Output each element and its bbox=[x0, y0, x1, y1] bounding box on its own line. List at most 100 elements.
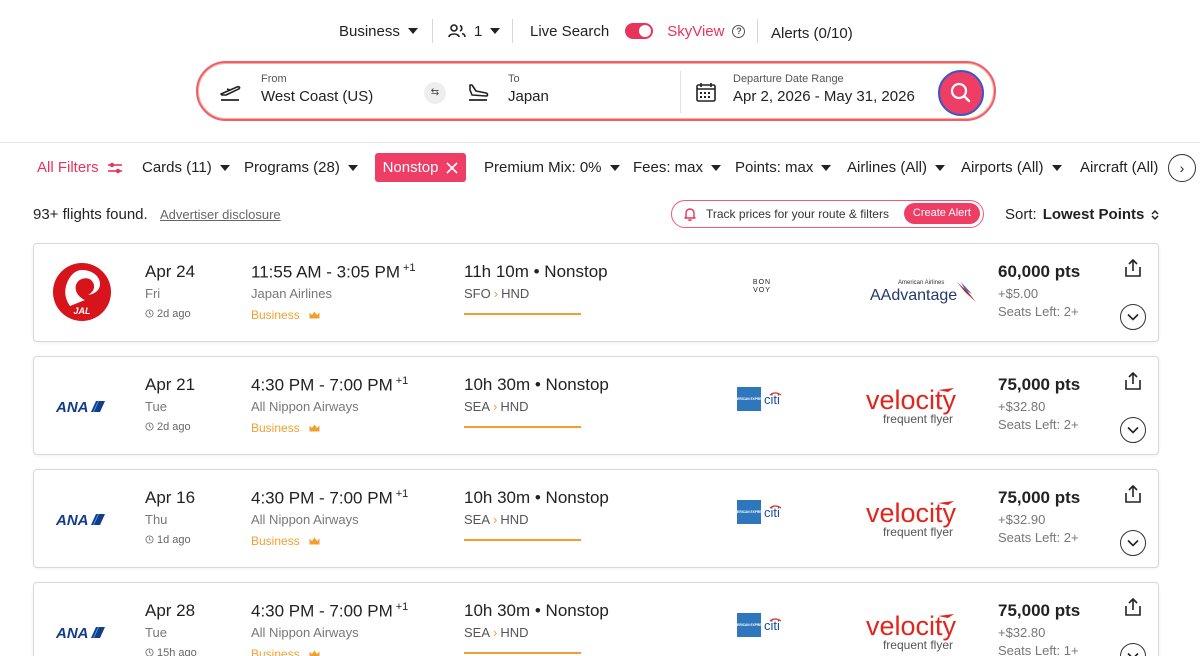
sort-select[interactable]: Sort: Lowest Points bbox=[1005, 206, 1160, 223]
sort-arrows-icon bbox=[1151, 209, 1159, 220]
aircraft-filter[interactable]: Aircraft (All) bbox=[1080, 159, 1158, 176]
bonvoy-logo: BON VOY bbox=[753, 279, 771, 294]
from-label: From bbox=[261, 73, 287, 85]
nonstop-filter-chip[interactable]: Nonstop bbox=[375, 153, 466, 182]
flight-times: 4:30 PM - 7:00 PM +1 bbox=[251, 601, 408, 622]
date-range-field[interactable]: Departure Date Range Apr 2, 2026 - May 3… bbox=[733, 73, 915, 105]
cabin-class-text: Business bbox=[251, 308, 300, 322]
origin-airport: SEA bbox=[464, 512, 491, 527]
flight-card[interactable]: ANA Apr 21 Tue 2d ago 4:30 PM - 7:00 PM +… bbox=[33, 356, 1159, 455]
cabin-select[interactable]: Business bbox=[339, 20, 418, 42]
cards-filter[interactable]: Cards (11) bbox=[142, 159, 230, 176]
search-icon bbox=[950, 82, 971, 103]
updated-ago-text: 15h ago bbox=[157, 647, 197, 656]
loyalty-program-logo: velocity frequent flyer bbox=[864, 498, 982, 543]
amex-citi-logo: AMERICAN EXPRESS citi bbox=[732, 500, 782, 524]
chevron-down-icon bbox=[935, 164, 946, 171]
search-box: From West Coast (US) ⇆ To Japan Departur… bbox=[196, 61, 996, 121]
updated-ago-text: 1d ago bbox=[157, 534, 191, 546]
programs-filter[interactable]: Programs (28) bbox=[244, 159, 358, 176]
flight-card[interactable]: ANA Apr 16 Thu 1d ago 4:30 PM - 7:00 PM +… bbox=[33, 469, 1159, 568]
chevron-right-icon[interactable]: › bbox=[1168, 154, 1196, 182]
seats-left: Seats Left: 2+ bbox=[998, 304, 1079, 319]
airline-name: Japan Airlines bbox=[251, 286, 332, 301]
airline-name: All Nippon Airways bbox=[251, 512, 359, 527]
passenger-select[interactable]: 1 bbox=[448, 20, 501, 42]
cabin-class-text: Business bbox=[251, 647, 300, 656]
share-icon[interactable] bbox=[1122, 596, 1144, 618]
advertiser-disclosure-link[interactable]: Advertiser disclosure bbox=[160, 207, 281, 222]
chevron-down-icon bbox=[711, 164, 722, 171]
velocity-logo: velocity frequent flyer bbox=[866, 611, 957, 652]
alerts-link[interactable]: Alerts (0/10) bbox=[771, 22, 853, 44]
share-icon[interactable] bbox=[1122, 370, 1144, 392]
flight-date: Apr 24 bbox=[145, 262, 196, 281]
to-field[interactable]: To Japan bbox=[508, 73, 549, 105]
cards-filter-label: Cards (11) bbox=[142, 159, 212, 176]
expand-button[interactable] bbox=[1120, 643, 1146, 656]
nonstop-label: Nonstop bbox=[382, 159, 439, 176]
results-count: 93+ flights found. bbox=[33, 206, 148, 223]
share-icon[interactable] bbox=[1122, 483, 1144, 505]
fees-filter[interactable]: Fees: max bbox=[633, 159, 722, 176]
passenger-count: 1 bbox=[474, 22, 483, 40]
all-filters-button[interactable]: All Filters bbox=[37, 159, 123, 176]
points-price: 60,000 pts bbox=[998, 262, 1081, 281]
velocity-logo: velocity frequent flyer bbox=[866, 385, 957, 426]
cabin-class: Business bbox=[251, 534, 320, 548]
live-search-toggle[interactable] bbox=[625, 23, 654, 39]
filter-sliders-icon bbox=[107, 162, 122, 173]
updated-ago: 2d ago bbox=[145, 421, 191, 433]
points-filter[interactable]: Points: max bbox=[735, 159, 832, 176]
destination-airport: HND bbox=[501, 286, 530, 301]
taxes-fees: +$32.80 bbox=[998, 399, 1046, 414]
clock-icon bbox=[145, 309, 154, 318]
from-field[interactable]: From West Coast (US) bbox=[261, 73, 373, 105]
points-filter-label: Points: max bbox=[735, 159, 814, 176]
svg-text:BON: BON bbox=[753, 279, 771, 286]
clock-icon bbox=[145, 422, 154, 431]
swap-icon[interactable]: ⇆ bbox=[424, 82, 446, 104]
seats-left: Seats Left: 2+ bbox=[998, 417, 1079, 432]
flight-route: SEA › HND bbox=[464, 399, 529, 414]
cabin-class: Business bbox=[251, 647, 320, 656]
chevron-down-icon bbox=[609, 164, 620, 171]
expand-button[interactable] bbox=[1120, 304, 1146, 330]
seats-left: Seats Left: 2+ bbox=[998, 530, 1079, 545]
premium-mix-filter[interactable]: Premium Mix: 0% bbox=[484, 159, 620, 176]
airlines-filter-label: Airlines (All) bbox=[847, 159, 928, 176]
alerts-label: Alerts (0/10) bbox=[771, 24, 853, 42]
svg-text:American Airlines: American Airlines bbox=[898, 280, 944, 286]
help-icon[interactable]: ? bbox=[732, 24, 746, 38]
flight-times-text: 4:30 PM - 7:00 PM bbox=[251, 375, 393, 395]
search-button[interactable] bbox=[938, 70, 984, 116]
svg-text:frequent flyer: frequent flyer bbox=[883, 638, 953, 652]
create-alert-button[interactable]: Create Alert bbox=[903, 203, 980, 224]
cabin-class-text: Business bbox=[251, 421, 300, 435]
taxes-fees: +$32.80 bbox=[998, 625, 1046, 640]
skyview-label[interactable]: SkyView bbox=[667, 23, 724, 40]
share-icon[interactable] bbox=[1122, 257, 1144, 279]
to-value: Japan bbox=[508, 88, 549, 105]
airline-logo: ANA bbox=[52, 488, 112, 548]
top-bar: Business 1 Live Search SkyView ? Alerts … bbox=[0, 0, 1200, 62]
all-filters-label: All Filters bbox=[37, 159, 99, 176]
loyalty-program-logo: American Airlines AAdvantage bbox=[864, 272, 982, 317]
expand-button[interactable] bbox=[1120, 417, 1146, 443]
close-icon[interactable] bbox=[446, 161, 459, 174]
airlines-filter[interactable]: Airlines (All) bbox=[847, 159, 946, 176]
divider bbox=[757, 19, 758, 43]
chevron-down-icon bbox=[1127, 539, 1139, 547]
chevron-down-icon bbox=[1127, 426, 1139, 434]
flight-date: Apr 16 bbox=[145, 488, 196, 507]
track-prices-text: Track prices for your route & filters bbox=[706, 207, 889, 221]
updated-ago-text: 2d ago bbox=[157, 421, 191, 433]
flight-date: Apr 28 bbox=[145, 601, 196, 620]
route-line bbox=[464, 539, 581, 541]
airports-filter[interactable]: Airports (All) bbox=[961, 159, 1062, 176]
cabin-class: Business bbox=[251, 308, 320, 322]
origin-airport: SFO bbox=[464, 286, 491, 301]
expand-button[interactable] bbox=[1120, 530, 1146, 556]
flight-card[interactable]: JAL Apr 24 Fri 2d ago 11:55 AM - 3:05 PM… bbox=[33, 243, 1159, 342]
flight-card[interactable]: ANA Apr 28 Tue 15h ago 4:30 PM - 7:00 PM… bbox=[33, 582, 1159, 656]
